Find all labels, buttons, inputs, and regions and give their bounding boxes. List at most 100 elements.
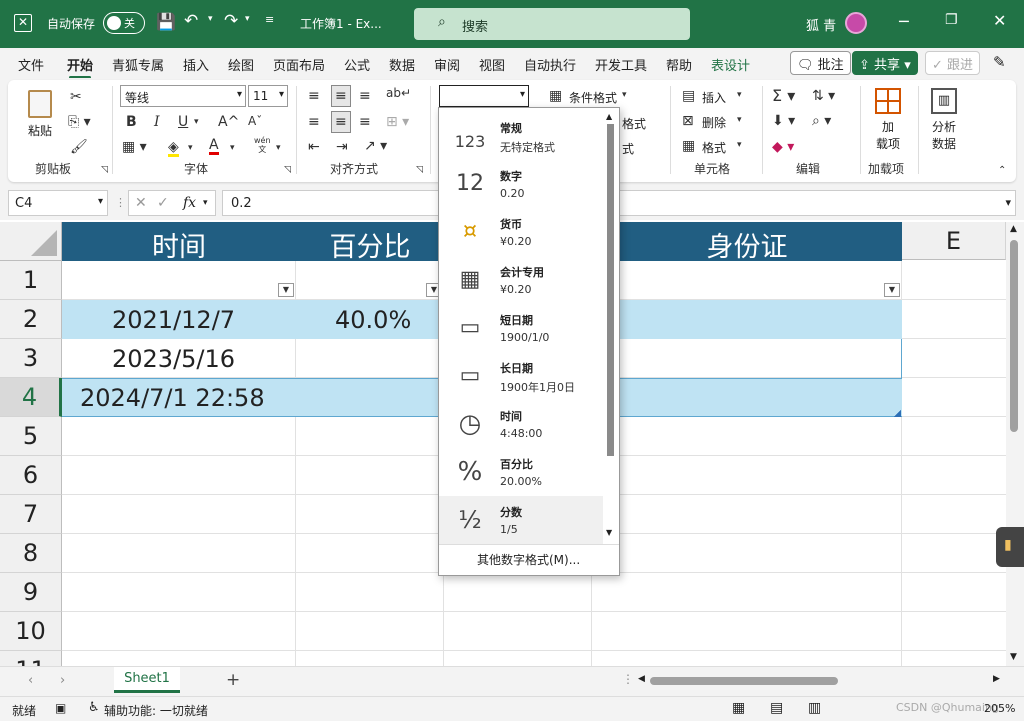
insert-cells-button[interactable]: 插入 <box>702 89 726 106</box>
row-header-2[interactable]: 2 <box>0 300 62 339</box>
fill-down-icon[interactable]: ⬇ ▾ <box>772 114 795 128</box>
comment-button[interactable]: 🗨 批注 <box>790 51 851 75</box>
share-button[interactable]: ⇪ 共享 ▾ <box>852 51 918 75</box>
horizontal-scroll-thumb[interactable] <box>650 677 838 685</box>
cut-icon[interactable]: ✂ <box>70 90 82 104</box>
format-item-currency[interactable]: ¤ 货币 ¥0.20 <box>439 208 603 256</box>
cell-a3[interactable]: 2023/5/16 <box>112 345 235 373</box>
hscroll-left-icon[interactable]: ◀ <box>638 674 645 684</box>
page-layout-view-icon[interactable]: ▤ <box>770 700 783 716</box>
row-header-1[interactable]: 1 <box>0 261 62 300</box>
filter-d-icon[interactable]: ▼ <box>884 283 900 297</box>
restore-icon[interactable]: ❐ <box>945 12 958 28</box>
menu-item-formulas[interactable]: 公式 <box>344 55 370 74</box>
cell-b2[interactable]: 40.0% <box>335 306 411 334</box>
italic-button[interactable]: I <box>154 115 160 129</box>
table-header-cell-b[interactable]: 百分比 <box>296 222 444 263</box>
font-color-button[interactable]: A <box>209 138 219 155</box>
menu-item-table-design[interactable]: 表设计 <box>711 55 750 74</box>
macro-record-icon[interactable]: ▣ <box>55 701 66 715</box>
font-color-dropdown-icon[interactable]: ▾ <box>230 144 235 153</box>
bold-button[interactable]: B <box>126 115 137 129</box>
scroll-up-icon[interactable]: ▲ <box>1010 224 1017 234</box>
menu-item-file[interactable]: 文件 <box>18 55 44 74</box>
format-as-table-button[interactable]: 格式 <box>622 115 646 132</box>
delete-dropdown-icon[interactable]: ▾ <box>737 116 742 125</box>
insert-dropdown-icon[interactable]: ▾ <box>737 91 742 100</box>
paste-button[interactable]: 粘贴 <box>26 88 56 140</box>
align-center-icon[interactable]: ≡ <box>331 111 351 133</box>
fx-dropdown-icon[interactable]: ▾ <box>203 198 208 208</box>
fill-dropdown-icon[interactable]: ▾ <box>188 144 193 153</box>
menu-item-home[interactable]: 开始 <box>67 55 93 79</box>
increase-indent-icon[interactable]: ⇥ <box>336 140 348 154</box>
phonetic-guide-icon[interactable]: wén 文 <box>254 136 271 154</box>
decrease-indent-icon[interactable]: ⇤ <box>308 140 320 154</box>
minimize-icon[interactable]: ─ <box>899 12 909 31</box>
column-header-e[interactable]: E <box>902 222 1006 260</box>
vertical-scrollbar[interactable]: ▲ ▼ <box>1006 222 1024 666</box>
row-header-5[interactable]: 5 <box>0 417 62 456</box>
phonetic-dropdown-icon[interactable]: ▾ <box>276 144 281 153</box>
zoom-level[interactable]: 205% <box>984 702 1015 715</box>
customize-qat-icon[interactable]: ≡ <box>265 13 274 26</box>
row-header-10[interactable]: 10 <box>0 612 62 651</box>
undo-dropdown-icon[interactable]: ▾ <box>208 14 213 24</box>
format-painter-icon[interactable]: 🖌 <box>70 140 88 154</box>
conditional-format-dropdown-icon[interactable]: ▾ <box>622 91 627 100</box>
format-cells-button[interactable]: 格式 <box>702 139 726 156</box>
select-all-corner[interactable] <box>0 222 62 261</box>
clipboard-launcher-icon[interactable]: ◹ <box>101 166 108 175</box>
clear-icon[interactable]: ◆ ▾ <box>772 140 794 154</box>
font-launcher-icon[interactable]: ◹ <box>284 166 291 175</box>
alignment-launcher-icon[interactable]: ◹ <box>416 166 423 175</box>
dropdown-scrollbar[interactable]: ▲ ▼ <box>605 112 617 540</box>
align-middle-icon[interactable]: ≡ <box>331 85 351 107</box>
table-header-cell-d[interactable]: 身份证 <box>592 222 902 263</box>
menu-item-automate[interactable]: 自动执行 <box>524 55 576 74</box>
menu-item-draw[interactable]: 绘图 <box>228 55 254 74</box>
name-box[interactable]: C4 ▾ <box>8 190 108 216</box>
delete-cells-button[interactable]: 删除 <box>702 114 726 131</box>
more-number-formats-link[interactable]: 其他数字格式(M)... <box>477 551 580 568</box>
menu-item-custom[interactable]: 青狐专属 <box>112 55 164 74</box>
table-header-cell-a[interactable]: 时间 <box>62 222 296 263</box>
close-icon[interactable]: ✕ <box>993 11 1006 30</box>
collapse-ribbon-icon[interactable]: ⌃ <box>998 166 1006 176</box>
insert-cells-icon[interactable]: ▤ <box>682 89 695 103</box>
save-icon[interactable]: 💾 <box>156 12 176 31</box>
align-bottom-icon[interactable]: ≡ <box>359 89 371 103</box>
name-box-dropdown-icon[interactable]: ▾ <box>98 196 103 207</box>
row-header-8[interactable]: 8 <box>0 534 62 573</box>
add-sheet-button[interactable]: + <box>226 670 240 690</box>
format-item-general[interactable]: 123 常规 无特定格式 <box>439 112 603 160</box>
format-dropdown-icon[interactable]: ▾ <box>737 141 742 150</box>
cancel-icon[interactable]: ✕ <box>135 195 147 211</box>
menu-item-insert[interactable]: 插入 <box>183 55 209 74</box>
vertical-scroll-thumb[interactable] <box>1010 240 1018 432</box>
page-break-view-icon[interactable]: ▥ <box>808 700 821 716</box>
next-sheet-icon[interactable]: › <box>60 673 65 688</box>
normal-view-icon[interactable]: ▦ <box>732 700 745 716</box>
accessibility-icon[interactable]: ♿ <box>88 700 100 715</box>
insert-function-button[interactable]: fx <box>183 195 196 211</box>
font-name-select[interactable]: 等线 ▾ <box>120 85 246 107</box>
avatar[interactable] <box>845 12 867 34</box>
delete-cells-icon[interactable]: ⊠ <box>682 114 694 128</box>
underline-button[interactable]: U <box>178 115 188 129</box>
format-item-number[interactable]: 12 数字 0.20 <box>439 160 603 208</box>
copy-icon[interactable]: ⎘ ▾ <box>68 115 91 129</box>
analyze-data-button[interactable]: ▥ 分析 数据 <box>926 88 962 158</box>
font-size-select[interactable]: 11 ▾ <box>248 85 288 107</box>
grow-font-button[interactable]: A^ <box>218 115 239 129</box>
conditional-format-button[interactable]: 条件格式 <box>569 89 617 106</box>
format-item-long-date[interactable]: ▭ 长日期 1900年1月0日 <box>439 352 603 400</box>
row-header-11[interactable]: 11 <box>0 651 62 666</box>
autosave-toggle[interactable]: 关 <box>103 12 145 34</box>
autosum-icon[interactable]: Σ ▾ <box>772 88 795 104</box>
underline-dropdown-icon[interactable]: ▾ <box>194 118 199 127</box>
row-header-6[interactable]: 6 <box>0 456 62 495</box>
row-header-9[interactable]: 9 <box>0 573 62 612</box>
menu-item-review[interactable]: 审阅 <box>434 55 460 74</box>
conditional-format-icon[interactable]: ▦ <box>549 89 562 103</box>
